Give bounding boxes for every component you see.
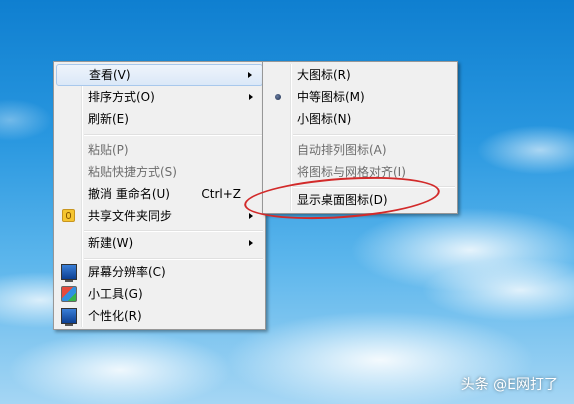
menu-item-paste-shortcut: 粘贴快捷方式(S) bbox=[56, 161, 263, 183]
menu-item-sort-by[interactable]: 排序方式(O) bbox=[56, 86, 263, 108]
menu-item-label: 大图标(R) bbox=[297, 68, 351, 82]
menu-item-paste: 粘贴(P) bbox=[56, 139, 263, 161]
menu-item-medium-icons[interactable]: 中等图标(M) bbox=[265, 86, 455, 108]
shortcut-label: Ctrl+Z bbox=[201, 187, 241, 201]
menu-separator bbox=[84, 134, 263, 136]
menu-item-label: 共享文件夹同步 bbox=[88, 209, 173, 223]
menu-item-personalize[interactable]: 个性化(R) bbox=[56, 305, 263, 327]
menu-item-label: 查看(V) bbox=[89, 68, 131, 82]
shared-folder-icon bbox=[62, 209, 75, 222]
menu-item-share-sync[interactable]: 共享文件夹同步 bbox=[56, 205, 263, 227]
menu-item-gadgets[interactable]: 小工具(G) bbox=[56, 283, 263, 305]
menu-item-label: 自动排列图标(A) bbox=[297, 143, 387, 157]
watermark-text: 头条 @E网打了 bbox=[460, 377, 558, 393]
menu-item-label: 粘贴(P) bbox=[88, 143, 129, 157]
menu-item-label: 个性化(R) bbox=[88, 309, 142, 323]
menu-item-view[interactable]: 查看(V) bbox=[56, 64, 263, 86]
menu-item-label: 粘贴快捷方式(S) bbox=[88, 165, 177, 179]
menu-item-label: 小图标(N) bbox=[297, 112, 352, 126]
menu-item-refresh[interactable]: 刷新(E) bbox=[56, 108, 263, 130]
radio-selected-icon bbox=[275, 94, 281, 100]
menu-item-undo-rename[interactable]: 撤消 重命名(U) Ctrl+Z bbox=[56, 183, 263, 205]
menu-item-label: 新建(W) bbox=[88, 236, 134, 250]
menu-item-label: 屏幕分辨率(C) bbox=[88, 265, 166, 279]
monitor-icon bbox=[61, 264, 77, 282]
personalize-icon bbox=[61, 308, 77, 326]
submenu-arrow-icon bbox=[249, 213, 253, 219]
menu-item-label: 小工具(G) bbox=[88, 287, 143, 301]
menu-item-label: 刷新(E) bbox=[88, 112, 129, 126]
gadgets-icon bbox=[61, 286, 77, 302]
menu-item-label: 中等图标(M) bbox=[297, 90, 365, 104]
menu-item-small-icons[interactable]: 小图标(N) bbox=[265, 108, 455, 130]
submenu-arrow-icon bbox=[249, 94, 253, 100]
desktop-context-menu: 查看(V) 排序方式(O) 刷新(E) 粘贴(P) 粘贴快捷方式(S) 撤消 重… bbox=[53, 61, 266, 330]
menu-item-auto-arrange: 自动排列图标(A) bbox=[265, 139, 455, 161]
menu-separator bbox=[84, 258, 263, 260]
menu-item-screen-resolution[interactable]: 屏幕分辨率(C) bbox=[56, 261, 263, 283]
menu-item-label: 排序方式(O) bbox=[88, 90, 155, 104]
submenu-arrow-icon bbox=[249, 240, 253, 246]
menu-separator bbox=[293, 134, 455, 136]
menu-item-large-icons[interactable]: 大图标(R) bbox=[265, 64, 455, 86]
menu-item-new[interactable]: 新建(W) bbox=[56, 232, 263, 254]
submenu-arrow-icon bbox=[248, 72, 252, 78]
menu-item-label: 撤消 重命名(U) bbox=[88, 187, 170, 201]
